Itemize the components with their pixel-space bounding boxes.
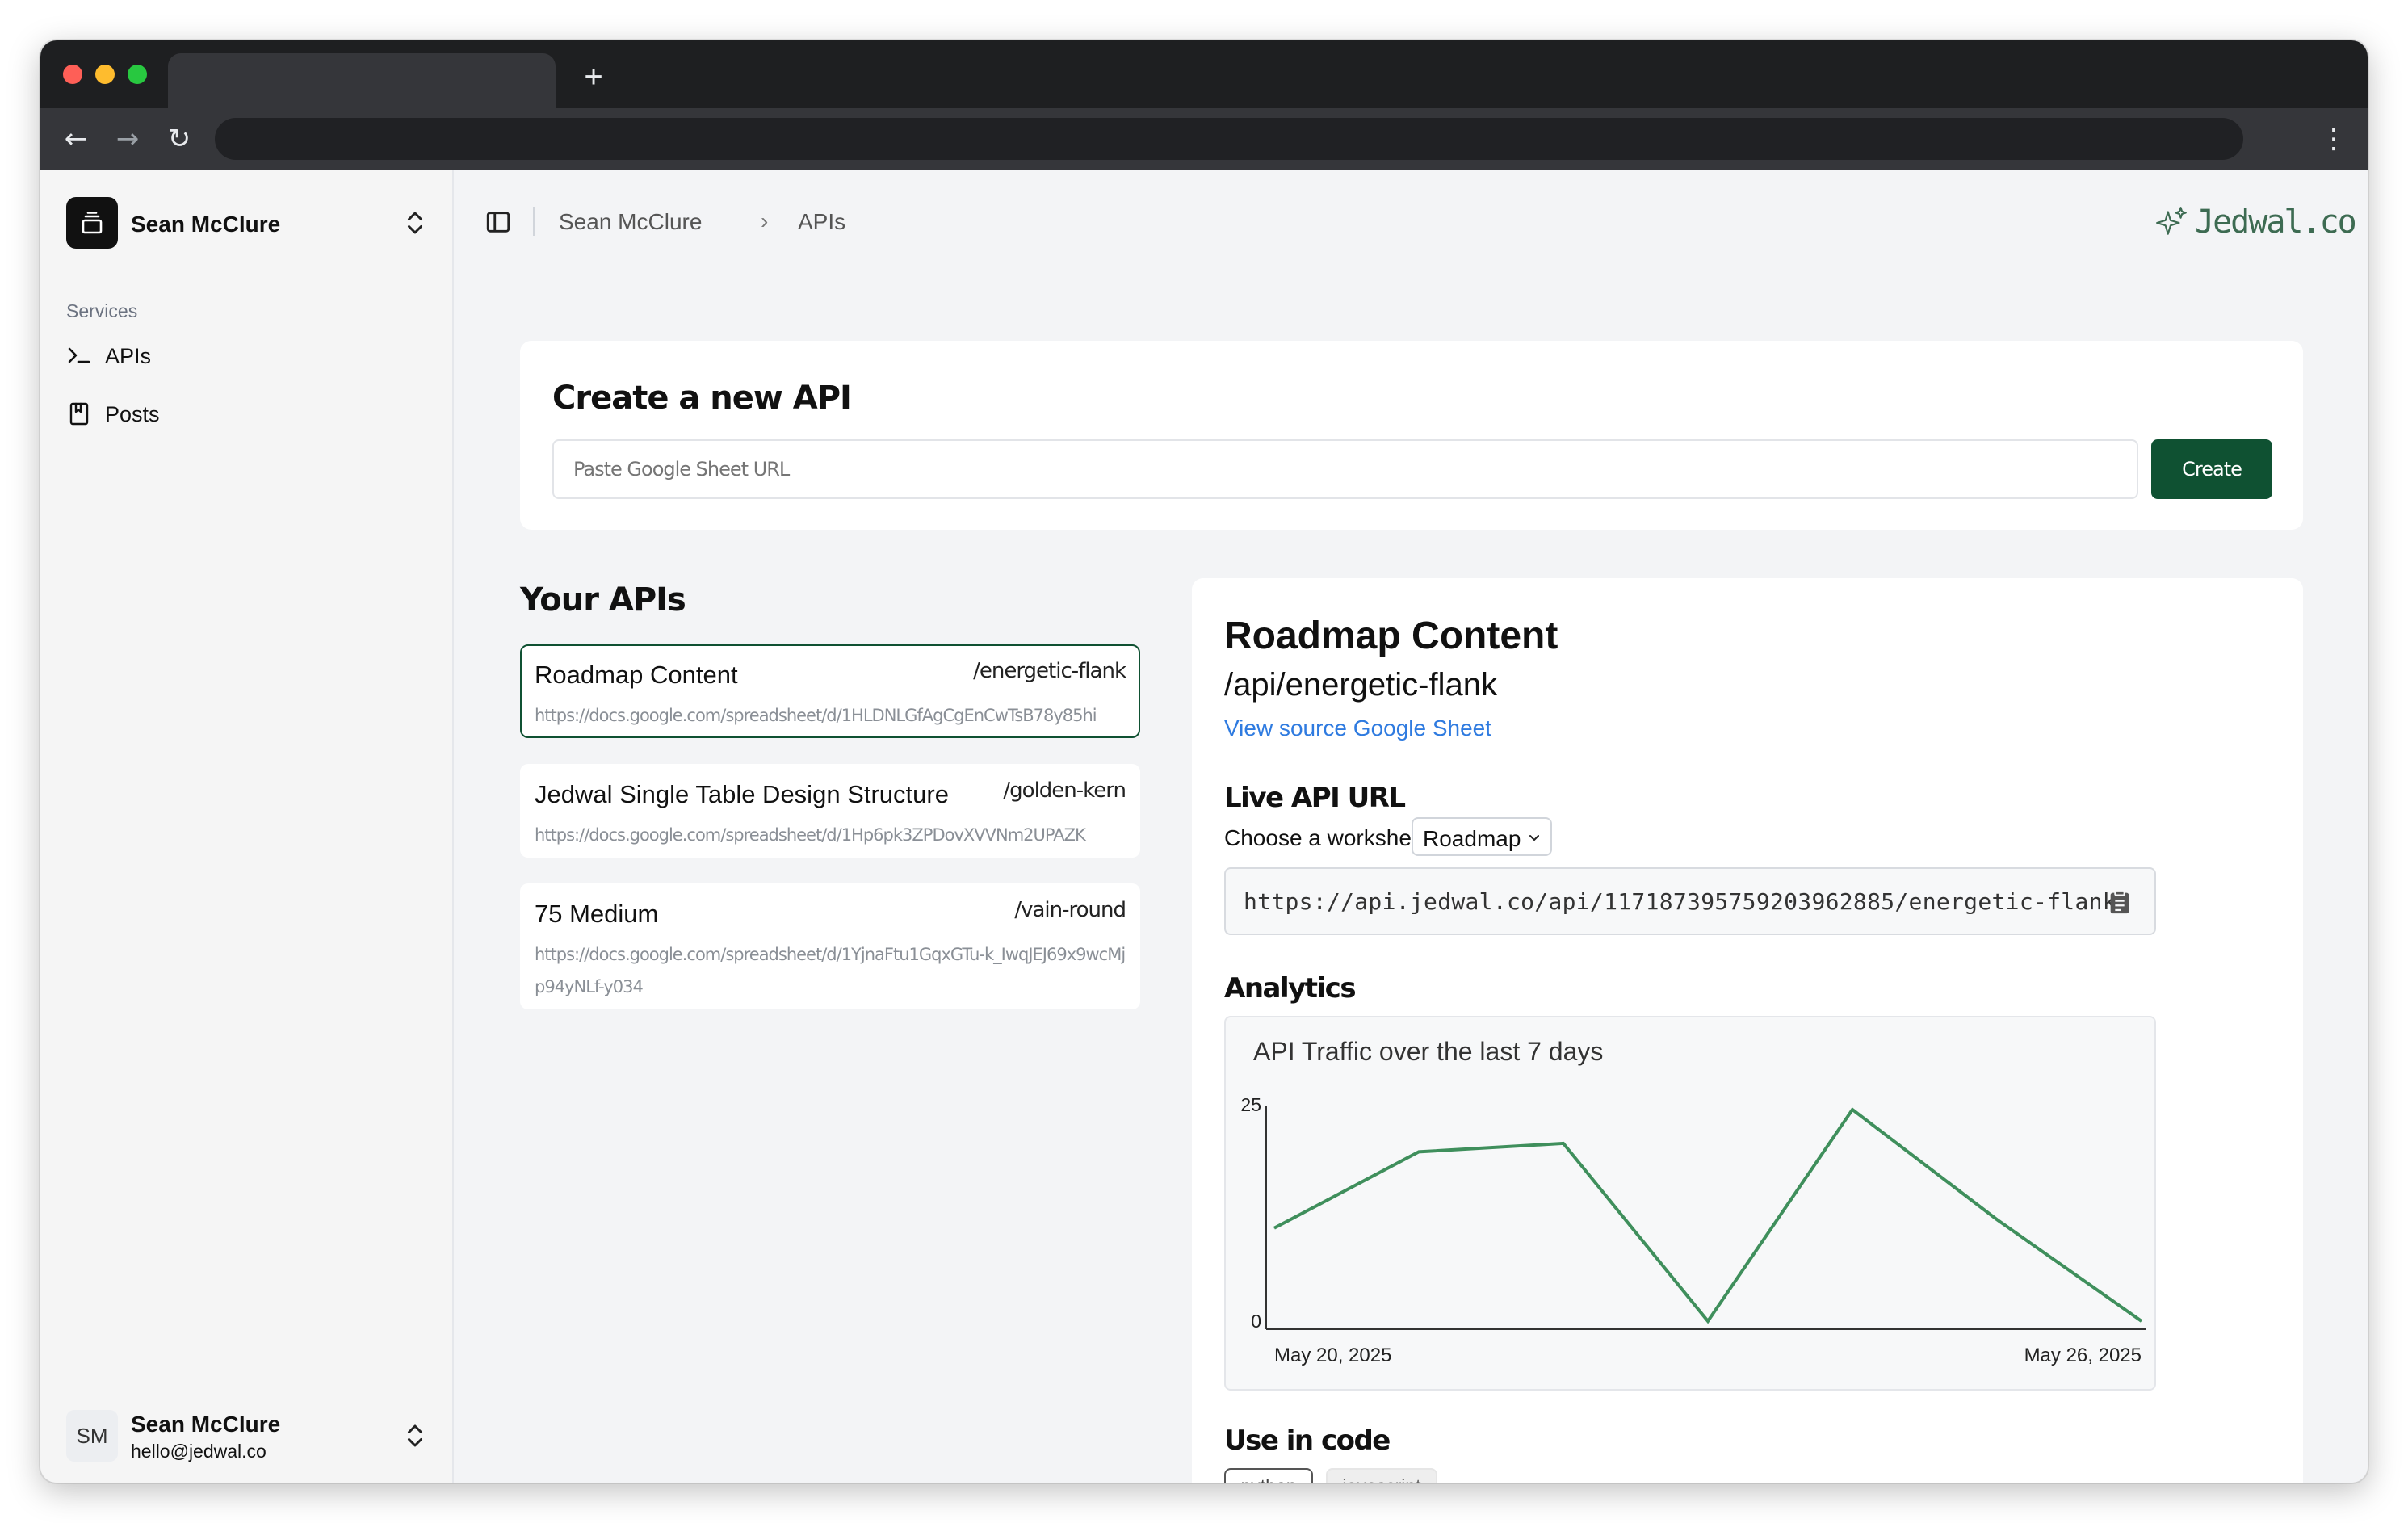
analytics-title: Analytics — [1224, 972, 1357, 1005]
api-detail-path: /api/energetic-flank — [1224, 667, 1497, 703]
user-menu[interactable]: SM Sean McClure hello@jedwal.co — [66, 1405, 430, 1466]
avatar: SM — [66, 1410, 118, 1462]
team-logo-icon — [66, 197, 118, 249]
chevrons-up-down-icon — [408, 212, 422, 234]
worksheet-label: Choose a worksheet — [1224, 825, 1431, 850]
language-tab-javascript[interactable]: javascript — [1326, 1468, 1437, 1483]
browser-tab[interactable] — [168, 53, 556, 108]
api-slug: /golden-kern — [1003, 778, 1126, 803]
forward-arrow-icon[interactable]: → — [108, 120, 147, 158]
x-tick-label: May 20, 2025 — [1274, 1345, 1391, 1366]
close-window-button[interactable] — [63, 65, 82, 84]
sidebar-item-apis[interactable]: APIs — [66, 333, 422, 378]
browser-menu-icon[interactable]: ⋮ — [2314, 120, 2353, 158]
data-point — [1273, 1227, 1275, 1229]
terminal-icon — [68, 347, 90, 363]
brand-logo: Jedwal.co — [2154, 200, 2357, 242]
user-name: Sean McClure — [131, 1412, 281, 1437]
main-content: Sean McClure › APIs Jedwal.co Create a n… — [455, 170, 2368, 1483]
create-api-card: Create a new API Create — [520, 341, 2303, 530]
y-tick-label: 0 — [1251, 1311, 1261, 1332]
chevron-down-icon — [1529, 835, 1539, 841]
chevrons-up-down-icon — [408, 1424, 422, 1447]
x-tick-label: May 26, 2025 — [2024, 1345, 2142, 1366]
your-apis-title: Your APIs — [520, 581, 686, 619]
api-slug: /vain-round — [1014, 898, 1126, 922]
reload-icon[interactable]: ↻ — [160, 120, 199, 158]
language-tab-python[interactable]: python — [1224, 1468, 1313, 1483]
api-list-item[interactable]: 75 Medium /vain-round https://docs.googl… — [520, 883, 1140, 1009]
series-line — [1273, 1107, 2143, 1324]
sidebar-item-label: Posts — [105, 402, 160, 426]
api-detail-card: Roadmap Content /api/energetic-flank Vie… — [1192, 578, 2303, 1483]
sidebar-toggle-icon[interactable] — [485, 208, 512, 236]
back-arrow-icon[interactable]: ← — [57, 120, 95, 158]
api-source-url: https://docs.google.com/spreadsheet/d/1H… — [535, 825, 1086, 845]
api-list-item[interactable]: Roadmap Content /energetic-flank https:/… — [520, 644, 1140, 738]
api-name: Jedwal Single Table Design Structure — [535, 780, 949, 808]
user-email: hello@jedwal.co — [131, 1441, 266, 1462]
api-list-item[interactable]: Jedwal Single Table Design Structure /go… — [520, 764, 1140, 858]
traffic-chart: API Traffic over the last 7 days 25 0 May … — [1224, 1016, 2156, 1391]
api-source-url: https://docs.google.com/spreadsheet/d/1Y… — [535, 945, 1126, 996]
book-icon — [69, 402, 89, 426]
sidebar: Sean McClure Services APIs Posts SM Sean… — [40, 170, 454, 1483]
browser-toolbar: ← → ↻ ⋮ — [40, 108, 2368, 170]
sheet-url-input[interactable] — [552, 439, 2138, 499]
breadcrumb-current: APIs — [798, 209, 846, 234]
worksheet-select-value: Roadmap — [1423, 826, 1521, 851]
live-url-field[interactable]: https://api.jedwal.co/api/11718739575920… — [1224, 867, 2156, 935]
app: Sean McClure Services APIs Posts SM Sean… — [40, 170, 2368, 1483]
live-api-url-title: Live API URL — [1224, 782, 1406, 814]
new-tab-button[interactable]: + — [573, 57, 614, 97]
browser-window: + ← → ↻ ⋮ Sean McClure Services APIs Pos… — [40, 40, 2368, 1483]
clipboard-icon[interactable] — [2106, 888, 2133, 916]
create-api-title: Create a new API — [552, 380, 852, 417]
chart-plot: 25 0 May 20, 2025 May 26, 2025 — [1240, 1094, 2146, 1366]
sidebar-item-label: APIs — [105, 344, 152, 368]
sidebar-group-label: Services — [66, 300, 138, 321]
live-url-text: https://api.jedwal.co/api/11718739575920… — [1244, 888, 2116, 915]
data-point — [1707, 1320, 1709, 1322]
brand-name: Jedwal.co — [2195, 203, 2357, 241]
api-source-url: https://docs.google.com/spreadsheet/d/1H… — [535, 706, 1097, 725]
api-name: 75 Medium — [535, 900, 659, 928]
use-in-code-title: Use in code — [1224, 1424, 1391, 1457]
breadcrumb-separator-icon: › — [761, 208, 769, 233]
browser-tab-bar: + — [40, 40, 2368, 108]
api-detail-title: Roadmap Content — [1224, 615, 1558, 657]
data-point — [1996, 1219, 1998, 1220]
sparkle-icon — [2156, 207, 2187, 235]
api-name: Roadmap Content — [535, 661, 738, 689]
y-tick-label: 25 — [1240, 1094, 1261, 1115]
maximize-window-button[interactable] — [128, 65, 147, 84]
header-divider — [533, 207, 535, 236]
create-button[interactable]: Create — [2151, 439, 2272, 499]
worksheet-select[interactable]: Roadmap — [1412, 817, 1552, 856]
view-source-link[interactable]: View source Google Sheet — [1224, 715, 1491, 741]
minimize-window-button[interactable] — [95, 65, 115, 84]
address-bar[interactable] — [215, 118, 2243, 160]
breadcrumb-root[interactable]: Sean McClure — [559, 209, 702, 235]
team-switcher[interactable]: Sean McClure — [66, 197, 430, 249]
team-name: Sean McClure — [131, 212, 281, 237]
sidebar-item-posts[interactable]: Posts — [66, 391, 422, 436]
api-slug: /energetic-flank — [973, 659, 1126, 683]
